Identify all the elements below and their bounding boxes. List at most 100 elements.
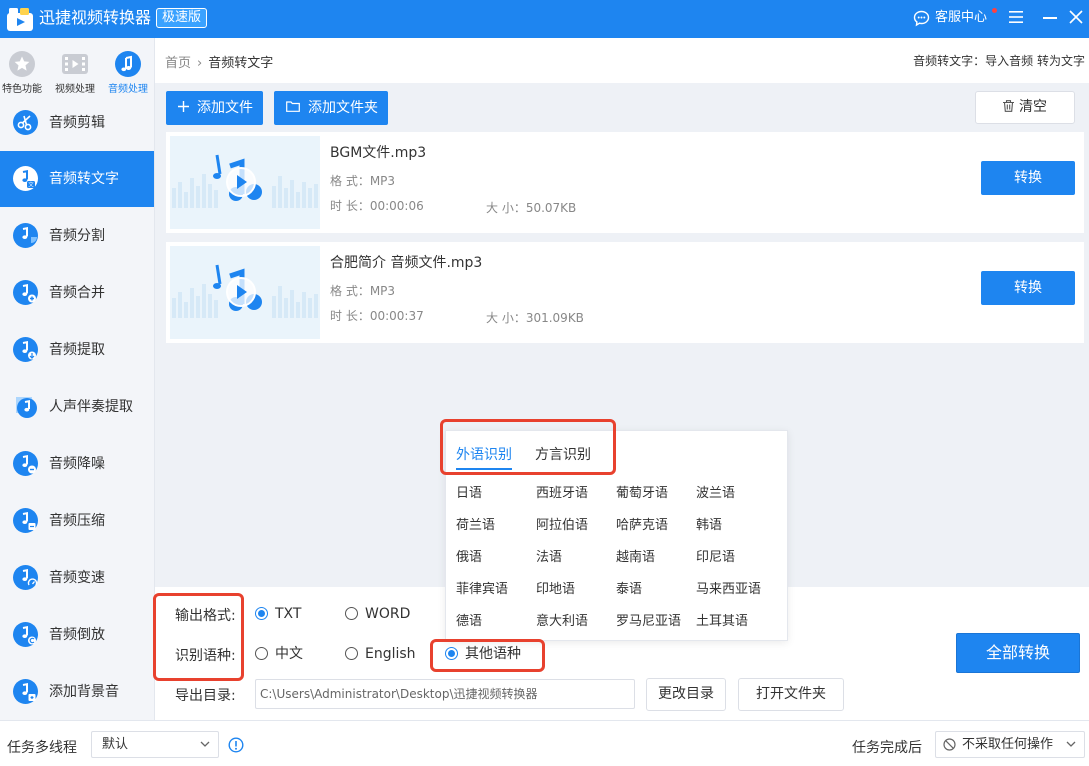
breadcrumb-home[interactable]: 首页 — [165, 56, 191, 71]
add-folder-button[interactable]: 添加文件夹 — [274, 91, 388, 125]
close-icon[interactable] — [1069, 10, 1083, 24]
sidebar-item-add-bgm[interactable]: 添加背景音 — [0, 664, 154, 720]
sidebar-item-audio-extract[interactable]: 音频提取 — [0, 322, 154, 378]
language-option[interactable]: 波兰语 — [696, 482, 735, 501]
no-action-icon — [943, 738, 956, 751]
sidebar-item-label: 音频转文字 — [49, 171, 119, 187]
language-chinese-radio[interactable]: 中文 — [255, 645, 303, 663]
svg-text:文: 文 — [28, 181, 34, 189]
speed-icon — [13, 565, 38, 590]
threads-label: 任务多线程 — [7, 740, 77, 756]
radio-dot — [345, 646, 358, 660]
minimize-icon[interactable] — [1043, 17, 1057, 19]
language-english-radio[interactable]: English — [345, 645, 416, 663]
audio-thumbnail — [170, 246, 320, 339]
language-option[interactable]: 阿拉伯语 — [536, 514, 588, 533]
left-panel: 特色功能 视频处理 音频处理 音频剪辑 文 音频转文字 音频分割 音频合并 音频… — [0, 38, 155, 720]
language-option[interactable]: 法语 — [536, 546, 562, 565]
after-complete-select[interactable]: 不采取任何操作 — [935, 731, 1085, 758]
highlight-box-settings-labels — [153, 593, 244, 681]
sidebar-item-label: 音频变速 — [49, 570, 105, 586]
language-option[interactable]: 荷兰语 — [456, 514, 495, 533]
sidebar-item-audio-compress[interactable]: 音频压缩 — [0, 493, 154, 549]
scissors-icon — [13, 110, 38, 135]
radio-dot — [255, 606, 268, 620]
language-option[interactable]: 西班牙语 — [536, 482, 588, 501]
convert-button[interactable]: 转换 — [981, 271, 1075, 305]
convert-all-button[interactable]: 全部转换 — [956, 633, 1080, 673]
language-option[interactable]: 俄语 — [456, 546, 482, 565]
music-note-icon — [115, 51, 141, 77]
feature-hint: 音频转文字：导入音频 转为文字 — [913, 54, 1085, 68]
convert-button[interactable]: 转换 — [981, 161, 1075, 195]
chevron-down-icon — [1066, 741, 1076, 747]
trash-icon — [1003, 99, 1014, 112]
audio-waveform-icon — [172, 154, 318, 208]
language-option[interactable]: 哈萨克语 — [616, 514, 668, 533]
folder-icon — [286, 101, 300, 112]
language-option[interactable]: 罗马尼亚语 — [616, 610, 681, 629]
open-folder-button[interactable]: 打开文件夹 — [738, 678, 844, 711]
size-value: 50.07KB — [525, 201, 577, 215]
format-value: MP3 — [369, 284, 396, 298]
language-option[interactable]: 德语 — [456, 610, 482, 629]
chevron-down-icon — [200, 741, 210, 747]
sidebar-item-label: 音频分割 — [49, 228, 105, 244]
category-tab-video[interactable]: 视频处理 — [49, 50, 101, 96]
notification-dot — [992, 8, 997, 13]
language-option[interactable]: 越南语 — [616, 546, 655, 565]
breadcrumb-current: 音频转文字 — [208, 56, 274, 71]
radio-label: TXT — [275, 606, 302, 622]
sidebar-item-audio-split[interactable]: 音频分割 — [0, 208, 154, 264]
threads-value: 默认 — [102, 737, 129, 752]
breadcrumb-separator: › — [197, 56, 203, 71]
output-format-txt-radio[interactable]: TXT — [255, 605, 301, 623]
customer-service-link[interactable]: 客服中心 — [935, 10, 987, 26]
language-option[interactable]: 菲律宾语 — [456, 578, 508, 597]
sidebar-item-label: 音频提取 — [49, 342, 105, 358]
category-tab-featured[interactable]: 特色功能 — [0, 50, 48, 96]
sidebar-item-audio-speed[interactable]: 音频变速 — [0, 550, 154, 606]
duration-label: 时 长： — [330, 199, 370, 213]
file-format: 格 式：MP3 — [330, 282, 395, 299]
language-option[interactable]: 日语 — [456, 482, 482, 501]
language-option[interactable]: 韩语 — [696, 514, 722, 533]
language-option[interactable]: 印地语 — [536, 578, 575, 597]
film-icon — [62, 54, 88, 74]
sidebar-item-audio-to-text[interactable]: 文 音频转文字 — [0, 151, 154, 207]
language-option[interactable]: 土耳其语 — [696, 610, 748, 629]
sidebar-item-label: 音频倒放 — [49, 627, 105, 643]
category-tab-audio[interactable]: 音频处理 — [102, 50, 154, 96]
language-option[interactable]: 马来西亚语 — [696, 578, 761, 597]
sidebar-item-vocal-extract[interactable]: 人声伴奏提取 — [0, 379, 154, 435]
file-row: 合肥简介 音频文件.mp3 格 式：MP3 时 长：00:00:37 大 小：3… — [166, 242, 1084, 343]
export-dir-field[interactable]: C:\Users\Administrator\Desktop\迅捷视频转换器 — [255, 679, 635, 709]
output-format-word-radio[interactable]: WORD — [345, 605, 410, 623]
radio-label: 中文 — [275, 646, 303, 662]
language-option[interactable]: 印尼语 — [696, 546, 735, 565]
threads-select[interactable]: 默认 — [91, 731, 219, 758]
clear-button[interactable]: 清空 — [975, 91, 1075, 124]
highlight-box-other-language — [430, 639, 545, 672]
pie-split-icon — [13, 223, 38, 248]
file-duration: 时 长：00:00:37 — [330, 307, 424, 324]
sidebar-item-noise-reduction[interactable]: 音频降噪 — [0, 436, 154, 492]
menu-icon[interactable] — [1009, 10, 1023, 24]
audio-waveform-icon — [172, 264, 318, 318]
sidebar-item-audio-reverse[interactable]: 音频倒放 — [0, 607, 154, 663]
plus-icon — [178, 101, 189, 112]
merge-icon — [13, 280, 38, 305]
add-file-button[interactable]: 添加文件 — [166, 91, 263, 125]
radio-dot — [345, 606, 358, 620]
language-option[interactable]: 泰语 — [616, 578, 642, 597]
sidebar-item-label: 音频压缩 — [49, 513, 105, 529]
sidebar-item-audio-cut[interactable]: 音频剪辑 — [0, 95, 154, 151]
sidebar-item-audio-merge[interactable]: 音频合并 — [0, 265, 154, 321]
language-option[interactable]: 意大利语 — [536, 610, 588, 629]
info-icon[interactable] — [228, 737, 244, 753]
change-dir-button[interactable]: 更改目录 — [646, 678, 726, 711]
sidebar-item-label: 音频剪辑 — [49, 115, 105, 131]
language-option[interactable]: 葡萄牙语 — [616, 482, 668, 501]
add-folder-label: 添加文件夹 — [308, 100, 378, 116]
chat-bubble-icon[interactable] — [913, 10, 930, 27]
